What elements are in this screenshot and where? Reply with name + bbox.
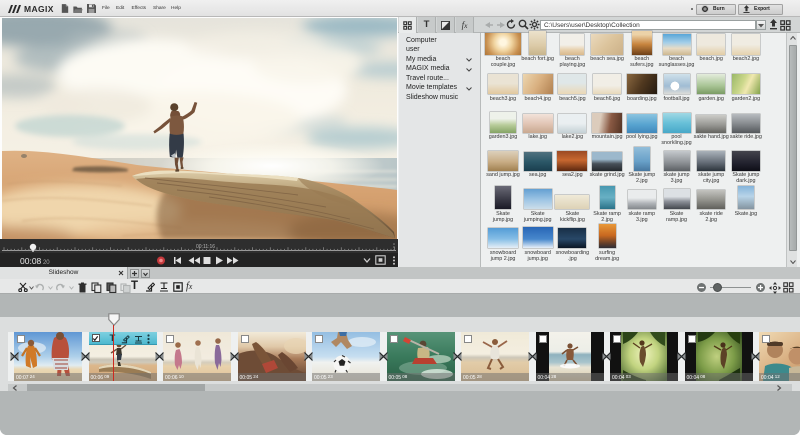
svg-text:00:11:16: 00:11:16 <box>196 244 215 250</box>
